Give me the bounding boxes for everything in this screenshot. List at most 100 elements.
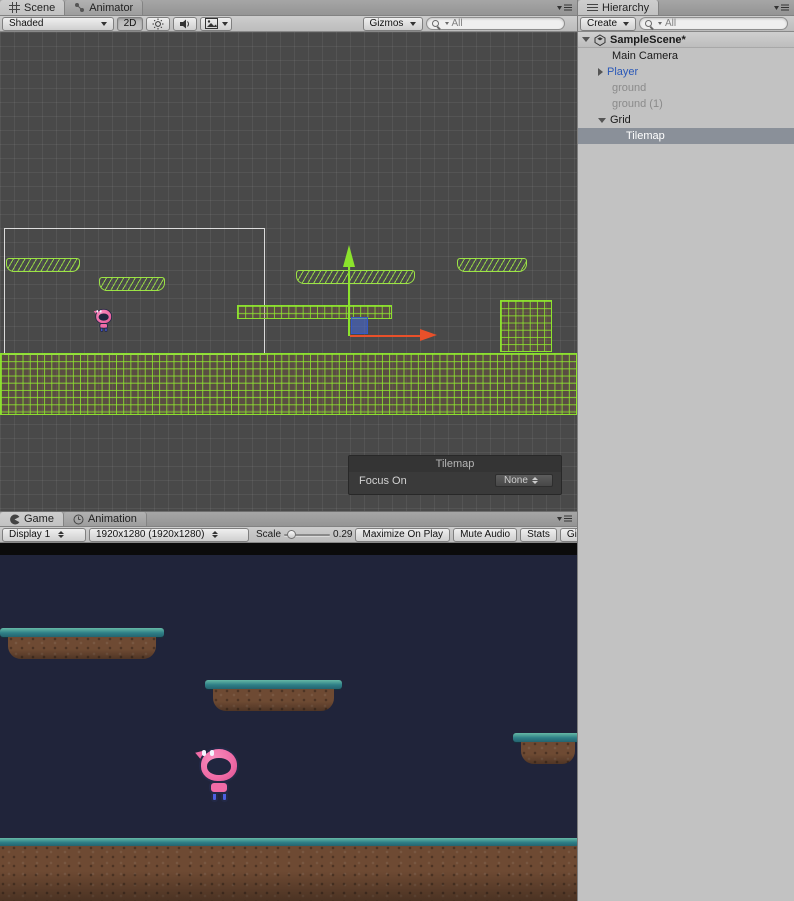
letterbox-bar: [0, 543, 577, 555]
focus-on-value: None: [504, 475, 528, 486]
player-face: [207, 758, 231, 775]
overlay-title: Tilemap: [349, 456, 561, 472]
game-gizmos-label: Gizmos: [566, 529, 577, 540]
scene-grid-icon: [9, 2, 20, 13]
chevron-down-icon: [221, 21, 228, 26]
maximize-on-play-button[interactable]: Maximize On Play: [355, 527, 451, 542]
gizmo-x-axis[interactable]: [350, 335, 420, 337]
platform-sprite[interactable]: [6, 258, 80, 272]
tab-animator[interactable]: Animator: [65, 0, 144, 15]
search-icon: [645, 19, 655, 29]
game-tabbar: Game Animation: [0, 511, 577, 527]
player-boot: [211, 792, 218, 802]
gizmo-y-axis-arrowhead[interactable]: [343, 245, 355, 267]
speaker-icon: [179, 18, 191, 30]
tilemap-block[interactable]: [500, 300, 552, 352]
stats-label: Stats: [527, 529, 550, 540]
player-eye: [99, 310, 102, 313]
platform-sprite[interactable]: [457, 258, 527, 272]
player-sprite-scene[interactable]: [93, 308, 113, 332]
gizmo-y-axis[interactable]: [348, 267, 350, 336]
mute-audio-button[interactable]: Mute Audio: [453, 527, 518, 542]
game-ground: [0, 838, 577, 901]
focus-on-dropdown[interactable]: None: [495, 474, 553, 487]
tilemap-ground[interactable]: [0, 353, 577, 415]
tab-animation[interactable]: Animation: [63, 512, 147, 526]
platform-dirt: [8, 637, 156, 659]
scale-label: Scale: [256, 529, 282, 540]
shading-mode-dropdown[interactable]: Shaded: [2, 16, 114, 31]
tab-game[interactable]: Game: [0, 512, 64, 526]
platform-dirt: [521, 742, 575, 764]
tree-row-grid[interactable]: Grid: [578, 112, 794, 128]
2d-toggle-label: 2D: [123, 18, 137, 29]
platform-dirt: [213, 689, 334, 711]
scene-search-input[interactable]: All: [425, 17, 565, 30]
game-gizmos-button[interactable]: Gizmos: [559, 527, 577, 542]
tree-row-tilemap[interactable]: Tilemap: [578, 128, 794, 144]
player-eye: [210, 750, 214, 756]
gizmo-xy-plane-handle[interactable]: [351, 317, 368, 334]
game-pane-menu-icon[interactable]: [552, 512, 577, 526]
gizmo-x-axis-arrowhead[interactable]: [420, 329, 437, 341]
tree-row-ground-1[interactable]: ground (1): [578, 96, 794, 112]
create-dropdown[interactable]: Create: [580, 16, 636, 31]
hierarchy-tabbar: Hierarchy: [578, 0, 794, 16]
clock-icon: [73, 514, 84, 525]
2d-toggle-button[interactable]: 2D: [117, 16, 143, 31]
scene-viewport[interactable]: Tilemap Focus On None: [0, 32, 577, 511]
popup-arrows-icon: [58, 531, 65, 538]
tab-hierarchy[interactable]: Hierarchy: [578, 0, 660, 15]
search-filter-chevron-icon: [658, 22, 662, 25]
scene-pane-menu-icon[interactable]: [552, 0, 577, 15]
search-filter-chevron-icon: [444, 22, 449, 25]
ground-dirt: [0, 846, 577, 901]
gizmos-label: Gizmos: [369, 18, 404, 29]
shading-mode-label: Shaded: [9, 18, 44, 29]
tree-row-ground[interactable]: ground: [578, 80, 794, 96]
player-boot: [104, 327, 108, 332]
scene-lighting-button[interactable]: [146, 16, 170, 31]
foldout-closed-icon[interactable]: [598, 68, 603, 76]
game-toolbar: Display 1 1920x1280 (1920x1280) Scale 0.…: [0, 527, 577, 543]
hierarchy-search-input[interactable]: All: [639, 17, 788, 30]
game-platform: [0, 628, 164, 659]
foldout-open-icon[interactable]: [582, 37, 590, 42]
game-platform: [513, 733, 577, 764]
foldout-open-icon[interactable]: [598, 117, 606, 123]
scene-gizmos-dropdown[interactable]: Gizmos: [362, 16, 423, 31]
display-dropdown[interactable]: Display 1: [2, 527, 86, 542]
scene-effects-button[interactable]: [200, 16, 232, 31]
player-face: [98, 313, 109, 321]
item-label: Tilemap: [626, 130, 665, 142]
platform-sprite[interactable]: [296, 270, 415, 284]
camera-bounds-rect: [4, 228, 265, 355]
hierarchy-pane-menu-icon[interactable]: [769, 0, 794, 15]
game-pane: Game Animation Display 1 1920x1280 (1920…: [0, 511, 577, 901]
ground-surface: [0, 838, 577, 846]
tree-row-main-camera[interactable]: Main Camera: [578, 48, 794, 64]
tree-row-player[interactable]: Player: [578, 64, 794, 80]
scene-audio-button[interactable]: [173, 16, 197, 31]
display-label: Display 1: [9, 529, 51, 540]
scene-search-value: All: [451, 18, 463, 29]
tab-animator-label: Animator: [89, 1, 134, 14]
item-label: Grid: [610, 114, 631, 126]
game-platform: [205, 680, 342, 711]
unity-editor-window: Scene Animator Shaded 2D Gizmos All Tile…: [0, 0, 794, 901]
tree-row-scene[interactable]: SampleScene*: [578, 32, 794, 48]
player-boot: [100, 327, 104, 332]
hierarchy-pane: Hierarchy Create All SampleScene* Main C…: [577, 0, 794, 901]
item-label: ground (1): [612, 98, 663, 110]
tilemap-strip[interactable]: [237, 305, 392, 319]
tab-hierarchy-label: Hierarchy: [602, 1, 650, 14]
resolution-dropdown[interactable]: 1920x1280 (1920x1280): [89, 527, 249, 542]
scale-value: 0.29: [333, 529, 353, 540]
scale-slider[interactable]: [284, 529, 331, 540]
item-label: ground: [612, 82, 647, 94]
platform-sprite[interactable]: [99, 277, 165, 291]
slider-knob[interactable]: [287, 529, 297, 539]
item-label: Player: [607, 66, 639, 78]
tab-scene[interactable]: Scene: [0, 0, 66, 15]
stats-button[interactable]: Stats: [520, 527, 557, 542]
